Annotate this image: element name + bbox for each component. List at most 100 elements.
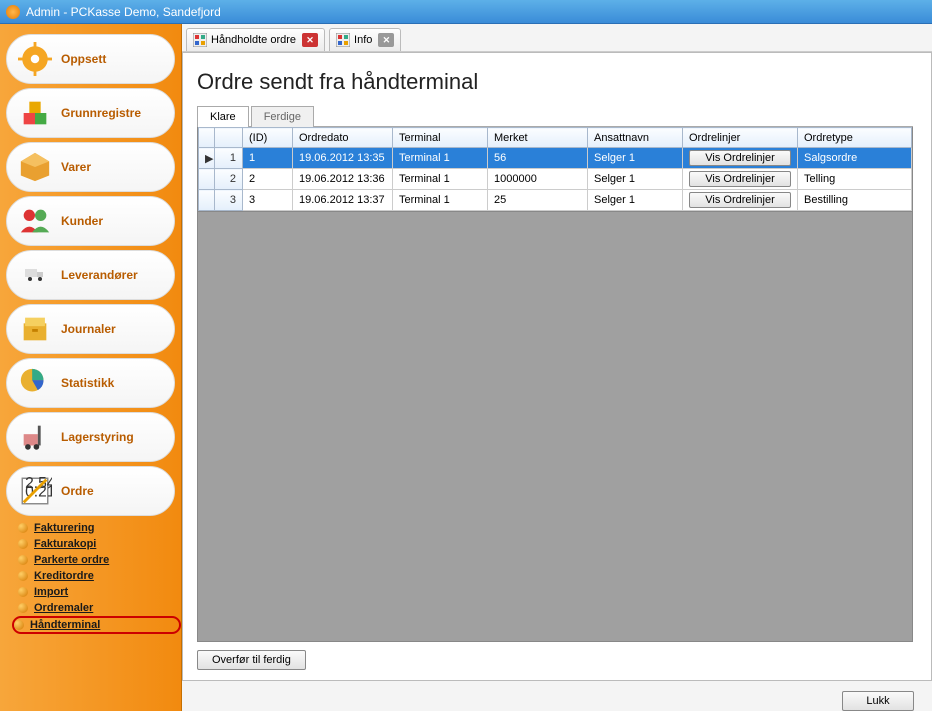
bullet-icon	[18, 539, 28, 549]
sublink-handterminal[interactable]: Håndterminal	[12, 616, 181, 634]
cell-terminal[interactable]: Terminal 1	[393, 169, 488, 190]
bullet-icon	[18, 603, 28, 613]
cell-ordredato[interactable]: 19.06.2012 13:37	[293, 190, 393, 211]
cell-id[interactable]: 2	[243, 169, 293, 190]
table-row[interactable]: 2 2 19.06.2012 13:36 Terminal 1 1000000 …	[199, 169, 912, 190]
row-number: 2	[215, 169, 243, 190]
close-button[interactable]: Lukk	[842, 691, 914, 711]
sidebar: Oppsett Grunnregistre Varer Kunder Lever…	[0, 24, 182, 711]
sublink-label: Ordremaler	[34, 602, 93, 614]
inner-tab-ferdige[interactable]: Ferdige	[251, 106, 314, 127]
vis-ordrelinjer-button[interactable]: Vis Ordrelinjer	[689, 150, 791, 166]
sublinks: Fakturering Fakturakopi Parkerte ordre K…	[18, 520, 181, 634]
table-row[interactable]: ▶ 1 1 19.06.2012 13:35 Terminal 1 56 Sel…	[199, 148, 912, 169]
cell-terminal[interactable]: Terminal 1	[393, 190, 488, 211]
close-icon[interactable]: ✕	[302, 33, 318, 47]
sidebar-label: Lagerstyring	[61, 430, 134, 444]
sublink-kreditordre[interactable]: Kreditordre	[18, 568, 181, 584]
tab-handholdte-ordre[interactable]: Håndholdte ordre ✕	[186, 28, 325, 51]
order-icon: 2.5460.216	[17, 473, 53, 509]
sublink-fakturakopi[interactable]: Fakturakopi	[18, 536, 181, 552]
cell-ansatt[interactable]: Selger 1	[588, 190, 683, 211]
row-indicator	[199, 190, 215, 211]
sidebar-item-leverandorer[interactable]: Leverandører	[6, 250, 175, 300]
col-header-terminal[interactable]: Terminal	[393, 128, 488, 148]
sidebar-label: Oppsett	[61, 52, 106, 66]
row-number: 3	[215, 190, 243, 211]
sidebar-label: Ordre	[61, 484, 94, 498]
sidebar-item-kunder[interactable]: Kunder	[6, 196, 175, 246]
sidebar-item-statistikk[interactable]: Statistikk	[6, 358, 175, 408]
sidebar-item-ordre[interactable]: 2.5460.216 Ordre	[6, 466, 175, 516]
sidebar-label: Statistikk	[61, 376, 114, 390]
vis-ordrelinjer-button[interactable]: Vis Ordrelinjer	[689, 171, 791, 187]
cell-ordretype[interactable]: Salgsordre	[798, 148, 912, 169]
sublink-import[interactable]: Import	[18, 584, 181, 600]
cell-ordrelinjer: Vis Ordrelinjer	[683, 169, 798, 190]
inner-tab-klare[interactable]: Klare	[197, 106, 249, 127]
table-row[interactable]: 3 3 19.06.2012 13:37 Terminal 1 25 Selge…	[199, 190, 912, 211]
drawer-icon	[17, 311, 53, 347]
orders-grid: (ID) Ordredato Terminal Merket Ansattnav…	[198, 127, 912, 211]
cell-ordrelinjer: Vis Ordrelinjer	[683, 190, 798, 211]
sublink-label: Håndterminal	[30, 619, 100, 631]
sidebar-item-lagerstyring[interactable]: Lagerstyring	[6, 412, 175, 462]
col-header-ansattnavn[interactable]: Ansattnavn	[588, 128, 683, 148]
sublink-label: Kreditordre	[34, 570, 94, 582]
cell-merket[interactable]: 1000000	[488, 169, 588, 190]
main-area: Oppsett Grunnregistre Varer Kunder Lever…	[0, 24, 932, 711]
bullet-icon	[14, 620, 24, 630]
tab-label: Info	[354, 34, 372, 46]
forklift-icon	[17, 419, 53, 455]
cell-terminal[interactable]: Terminal 1	[393, 148, 488, 169]
cell-ansatt[interactable]: Selger 1	[588, 169, 683, 190]
sublink-label: Import	[34, 586, 68, 598]
close-icon[interactable]: ✕	[378, 33, 394, 47]
sublink-label: Fakturering	[34, 522, 95, 534]
col-header-merket[interactable]: Merket	[488, 128, 588, 148]
sublink-parkerte-ordre[interactable]: Parkerte ordre	[18, 552, 181, 568]
cell-merket[interactable]: 25	[488, 190, 588, 211]
grid-header-row: (ID) Ordredato Terminal Merket Ansattnav…	[199, 128, 912, 148]
sidebar-label: Journaler	[61, 322, 116, 336]
sublink-ordremaler[interactable]: Ordremaler	[18, 600, 181, 616]
sidebar-item-oppsett[interactable]: Oppsett	[6, 34, 175, 84]
cell-ordredato[interactable]: 19.06.2012 13:35	[293, 148, 393, 169]
grid-corner	[199, 128, 215, 148]
bullet-icon	[18, 571, 28, 581]
cell-ordredato[interactable]: 19.06.2012 13:36	[293, 169, 393, 190]
form-icon	[193, 33, 207, 47]
col-header-ordretype[interactable]: Ordretype	[798, 128, 912, 148]
row-indicator-icon: ▶	[199, 148, 215, 169]
sublink-fakturering[interactable]: Fakturering	[18, 520, 181, 536]
inner-tabs: Klare Ferdige	[197, 105, 913, 127]
sidebar-item-journaler[interactable]: Journaler	[6, 304, 175, 354]
content: Håndholdte ordre ✕ Info ✕ Ordre sendt fr…	[182, 24, 932, 711]
sidebar-item-grunnregistre[interactable]: Grunnregistre	[6, 88, 175, 138]
vis-ordrelinjer-button[interactable]: Vis Ordrelinjer	[689, 192, 791, 208]
sublink-label: Parkerte ordre	[34, 554, 109, 566]
package-icon	[17, 149, 53, 185]
boxes-icon	[17, 95, 53, 131]
sidebar-label: Kunder	[61, 214, 103, 228]
col-header-id[interactable]: (ID)	[243, 128, 293, 148]
grid-corner	[215, 128, 243, 148]
cell-ordretype[interactable]: Telling	[798, 169, 912, 190]
panel: Ordre sendt fra håndterminal Klare Ferdi…	[182, 52, 932, 681]
cell-ansatt[interactable]: Selger 1	[588, 148, 683, 169]
transfer-button[interactable]: Overfør til ferdig	[197, 650, 306, 670]
bullet-icon	[18, 523, 28, 533]
cell-id[interactable]: 3	[243, 190, 293, 211]
col-header-ordrelinjer[interactable]: Ordrelinjer	[683, 128, 798, 148]
cell-merket[interactable]: 56	[488, 148, 588, 169]
sidebar-label: Grunnregistre	[61, 106, 141, 120]
col-header-ordredato[interactable]: Ordredato	[293, 128, 393, 148]
sidebar-item-varer[interactable]: Varer	[6, 142, 175, 192]
grid-empty-area	[198, 211, 912, 641]
cell-ordretype[interactable]: Bestilling	[798, 190, 912, 211]
tab-info[interactable]: Info ✕	[329, 28, 401, 51]
cell-id[interactable]: 1	[243, 148, 293, 169]
chart-icon	[17, 365, 53, 401]
window-title: Admin - PCKasse Demo, Sandefjord	[26, 5, 221, 19]
sidebar-label: Leverandører	[61, 268, 138, 282]
